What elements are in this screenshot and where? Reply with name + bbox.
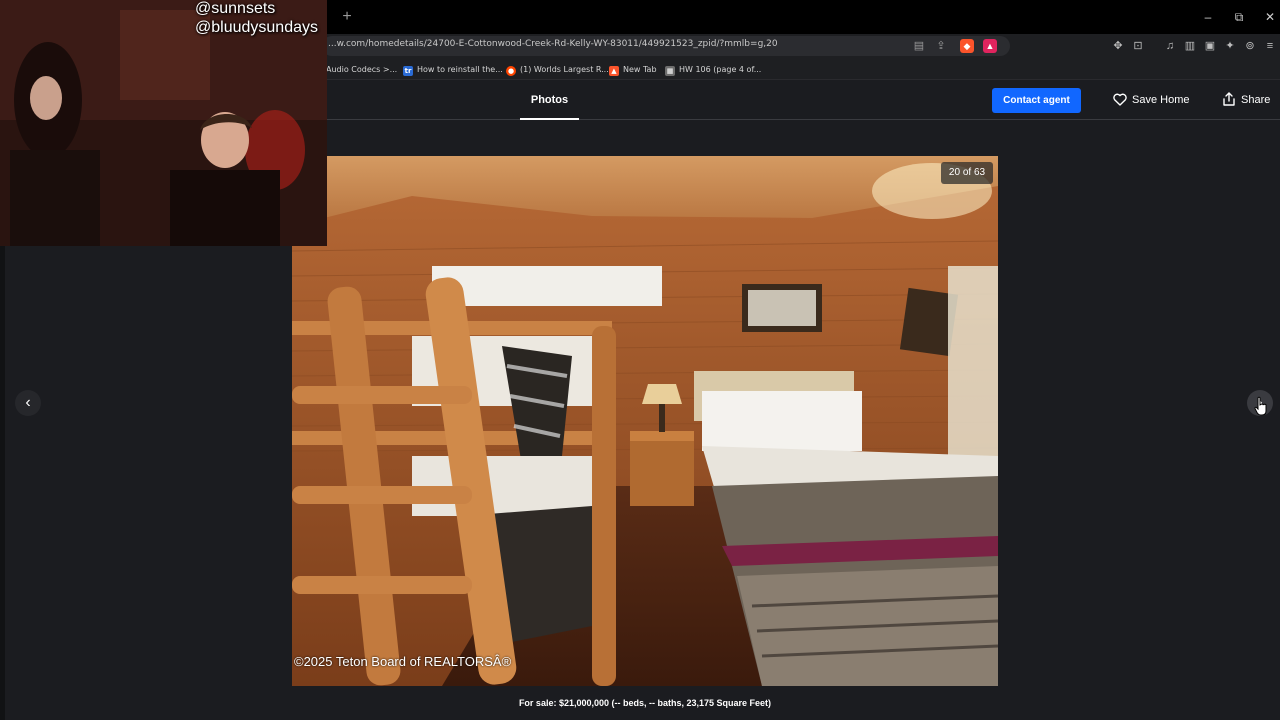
listing-photo[interactable]	[292, 156, 998, 686]
previous-photo-button[interactable]: ‹	[15, 390, 41, 416]
reader-mode-icon[interactable]: ▤	[912, 39, 926, 53]
streamer-handle-2: @bluudysundays	[195, 19, 318, 36]
hand-cursor-icon	[1254, 396, 1267, 416]
brave-icon: ▲	[609, 66, 619, 76]
extensions-icon[interactable]: ✥	[1111, 39, 1125, 53]
leo-icon[interactable]: ✦	[1223, 39, 1237, 53]
bookmark-item[interactable]: Audio Codecs >...	[326, 63, 397, 76]
bookmark-item[interactable]: ● (1) Worlds Largest R...	[506, 63, 609, 76]
bookmark-item[interactable]: ▲ New Tab	[609, 63, 657, 76]
photo-watermark: ©2025 Teton Board of REALTORSÂ®	[294, 654, 512, 669]
url-field[interactable]: ...w.com/homedetails/24700-E-Cottonwood-…	[322, 36, 1010, 56]
tab-photos[interactable]: Photos	[520, 81, 579, 120]
heart-icon	[1113, 93, 1127, 106]
photo-counter: 20 of 63	[941, 162, 993, 184]
new-tab-button[interactable]: +	[340, 9, 354, 25]
bookmark-item[interactable]: tr How to reinstall the...	[403, 63, 503, 76]
contact-agent-button[interactable]: Contact agent	[992, 88, 1081, 113]
url-text[interactable]: ...w.com/homedetails/24700-E-Cottonwood-…	[328, 39, 778, 49]
share-icon	[1223, 92, 1235, 106]
bookmark-item[interactable]: ▦ HW 106 (page 4 of...	[665, 63, 761, 76]
tr-icon: tr	[403, 66, 413, 76]
share-page-icon[interactable]: ⇪	[934, 39, 948, 53]
streamer-handle-1: @sunnsets	[195, 0, 276, 17]
sidebar-icon[interactable]: ▥	[1183, 39, 1197, 53]
bedroom-photo-image	[292, 156, 998, 686]
share-button[interactable]: Share	[1222, 89, 1270, 111]
wallet-icon[interactable]: ▣	[1203, 39, 1217, 53]
screen: + – ⧉ ✕ ...w.com/homedetails/24700-E-Cot…	[0, 0, 1280, 720]
restore-button[interactable]: ⧉	[1228, 8, 1250, 26]
webcam-overlay: @sunnsets @bluudysundays	[0, 0, 327, 246]
doc-icon: ▦	[665, 66, 675, 76]
brave-rewards-icon[interactable]: ▲	[983, 39, 997, 53]
vpn-icon[interactable]: ⊚	[1243, 39, 1257, 53]
brave-shield-icon[interactable]: ◆	[960, 39, 974, 53]
save-home-button[interactable]: Save Home	[1113, 89, 1189, 111]
reddit-icon: ●	[506, 66, 516, 76]
minimize-button[interactable]: –	[1197, 8, 1219, 26]
close-window-button[interactable]: ✕	[1259, 8, 1280, 26]
menu-icon[interactable]: ≡	[1263, 39, 1277, 53]
media-icon[interactable]: ♫	[1163, 39, 1177, 53]
listing-caption: For sale: $21,000,000 (-- beds, -- baths…	[518, 698, 772, 708]
side-margin	[0, 246, 5, 720]
screenshot-icon[interactable]: ⊡	[1131, 39, 1145, 53]
